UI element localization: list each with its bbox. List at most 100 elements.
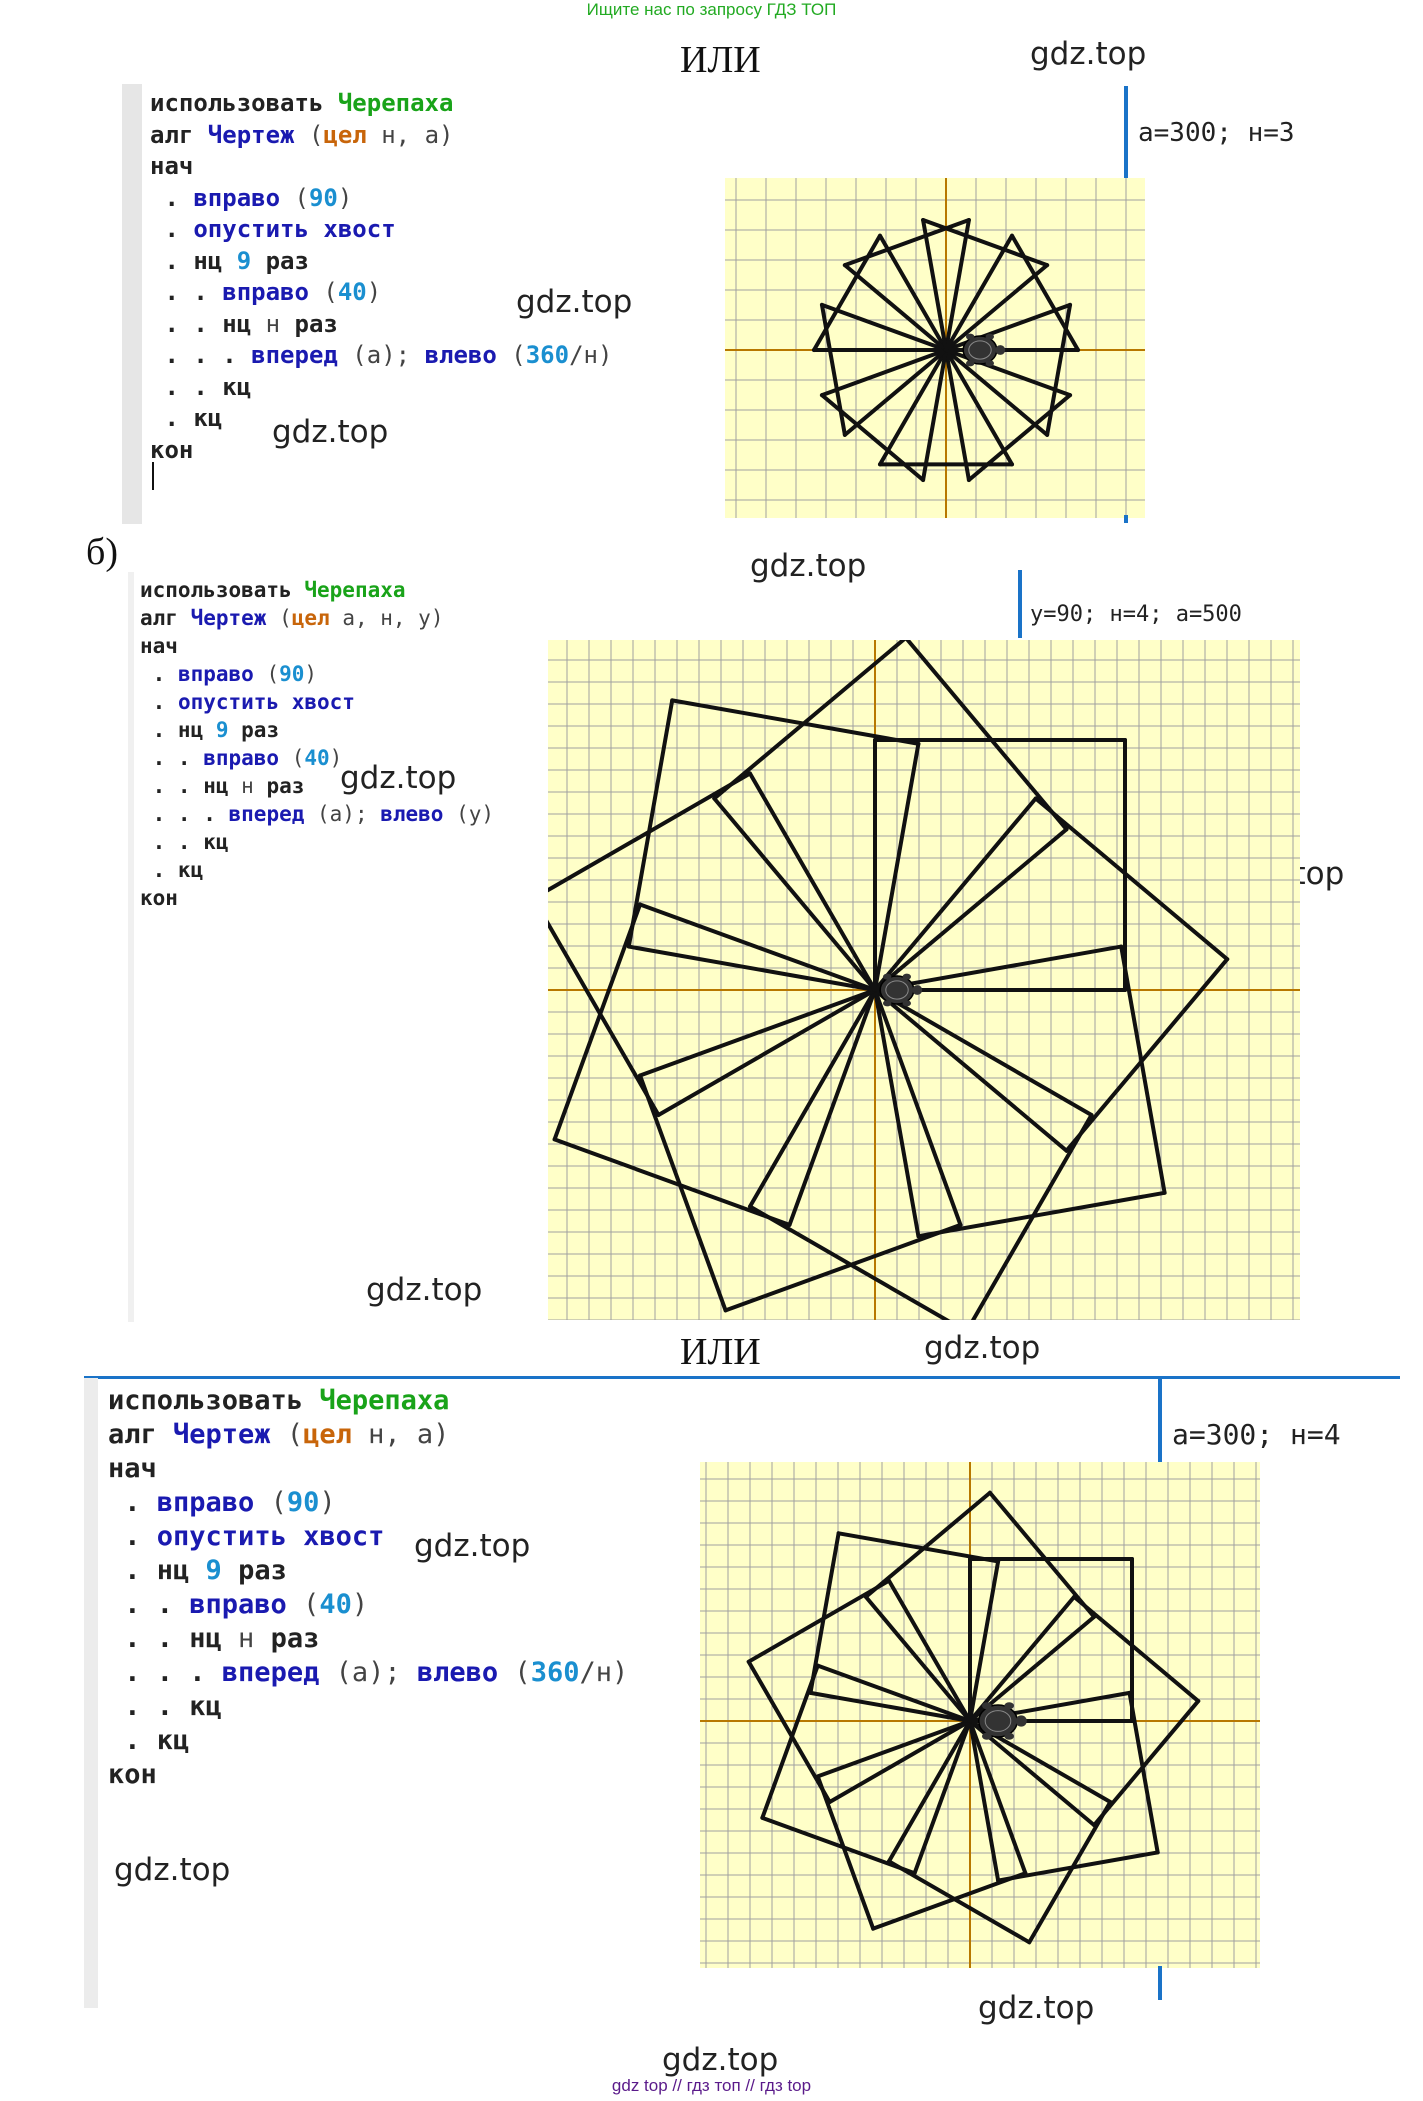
code-token: Чертеж: [173, 1419, 271, 1450]
code-token: (а);: [337, 341, 425, 369]
code-gutter-3: [84, 1378, 98, 2008]
code-line: алг Чертеж (цел н, а): [108, 1418, 628, 1452]
divider-line-2: [1018, 570, 1022, 638]
code-token: 360: [525, 341, 570, 369]
code-token: (а);: [319, 1657, 417, 1688]
code-token: использовать: [108, 1385, 320, 1416]
code-token: Чертеж: [207, 120, 295, 149]
code-token: /н): [579, 1657, 629, 1688]
code-line: . . . вперед (а); влево (360/н): [108, 1656, 628, 1690]
code-line: . опустить хвост: [140, 688, 494, 716]
code-token: 40: [337, 278, 367, 306]
code-token: раз: [228, 718, 280, 742]
code-token: (: [498, 1657, 531, 1688]
text-cursor: [152, 462, 154, 490]
code-line: . кц: [140, 856, 494, 884]
watermark-5: gdz.top: [340, 760, 457, 796]
code-block-1: использовать Черепаха алг Чертеж (цел н, …: [150, 88, 612, 466]
watermark-11: gdz.top: [978, 1990, 1095, 2026]
code-token: раз: [221, 1555, 287, 1586]
code-token: (: [279, 746, 305, 770]
code-token: . .: [108, 1589, 190, 1620]
watermark-12: gdz.top: [662, 2042, 779, 2078]
code-token: (у): [443, 802, 495, 826]
watermark-1: gdz.top: [1030, 36, 1147, 72]
code-token: нач: [150, 152, 194, 180]
divider-line-3b: [1158, 1966, 1162, 2000]
code-line: кон: [140, 884, 494, 912]
code-line: . вправо (90): [150, 183, 612, 215]
code-line: . . . вперед (а); влево (360/н): [150, 340, 612, 372]
code-token: ): [351, 1589, 369, 1620]
code-token: вперед: [228, 802, 305, 826]
code-token: опустить хвост: [193, 215, 396, 243]
code-token: Черепаха: [319, 1385, 450, 1416]
code-token: . нц: [150, 246, 237, 275]
code-token: раз: [253, 774, 305, 798]
code-token: 9: [205, 1555, 222, 1586]
bottom-footer: gdz top // гдз топ // гдз top: [611, 2076, 812, 2095]
code-token: Чертеж: [190, 606, 267, 630]
code-token: цел: [323, 120, 367, 149]
code-token: вперед: [251, 341, 338, 369]
code-token: (: [294, 120, 324, 149]
code-token: кон: [140, 886, 178, 910]
code-token: раз: [251, 246, 309, 275]
code-token: . . нц: [150, 309, 266, 338]
code-token: . кц: [150, 404, 223, 432]
code-line: . кц: [108, 1724, 628, 1758]
watermark-9: gdz.top: [414, 1528, 531, 1564]
code-token: цел: [291, 606, 330, 630]
or-label-1: ИЛИ: [680, 39, 761, 81]
code-token: использовать: [140, 578, 305, 602]
code-token: 40: [319, 1589, 352, 1620]
code-token: . . нц: [140, 774, 242, 798]
code-token: раз: [254, 1623, 320, 1654]
code-token: . .: [150, 278, 223, 306]
code-token: /н): [569, 341, 613, 369]
code-token: . . .: [108, 1657, 222, 1688]
code-token: . . нц: [108, 1623, 239, 1654]
turtle-canvas-2: [548, 640, 1300, 1320]
watermark-10: gdz.top: [114, 1852, 231, 1888]
code-token: 9: [215, 718, 229, 742]
code-token: вправо: [177, 662, 254, 686]
code-token: раз: [280, 309, 338, 338]
code-token: кон: [108, 1759, 157, 1790]
code-token: влево: [416, 1657, 499, 1688]
code-token: ): [337, 183, 353, 212]
code-line: . нц 9 раз: [108, 1554, 628, 1588]
code-line: . опустить хвост: [150, 214, 612, 246]
watermark-2: gdz.top: [516, 284, 633, 320]
code-token: опустить хвост: [177, 690, 355, 714]
section-b-label: б): [86, 531, 118, 573]
code-line: . . кц: [150, 372, 612, 404]
divider-line-1: [1124, 86, 1128, 178]
code-token: . . .: [150, 341, 252, 369]
code-block-2: использовать Черепаха алг Чертеж (цел а, …: [140, 576, 494, 912]
divider-line-1b: [1124, 515, 1128, 523]
code-token: влево: [380, 802, 444, 826]
code-token: .: [150, 215, 194, 243]
params-2: y=90; н=4; a=500: [1030, 602, 1242, 627]
code-token: (: [496, 341, 526, 369]
code-token: н: [265, 309, 281, 338]
code-token: (а);: [304, 802, 381, 826]
code-token: использовать: [150, 89, 338, 117]
code-token: нач: [108, 1453, 157, 1484]
code-line: алг Чертеж (цел н, а): [150, 120, 612, 152]
code-token: Черепаха: [304, 578, 406, 602]
code-token: .: [108, 1521, 157, 1552]
code-token: ): [304, 662, 318, 686]
code-block-3: использовать Черепаха алг Чертеж (цел н, …: [108, 1384, 628, 1792]
code-token: .: [140, 662, 178, 686]
code-token: ): [366, 278, 382, 306]
code-line: использовать Черепаха: [150, 88, 612, 120]
code-token: . кц: [140, 858, 204, 882]
watermark-8: gdz.top: [924, 1330, 1041, 1366]
code-line: . опустить хвост: [108, 1520, 628, 1554]
top-banner: Ищите нас по запросу ГДЗ ТОП: [586, 0, 837, 19]
params-1: a=300; н=3: [1138, 118, 1295, 148]
code-line: кон: [108, 1758, 628, 1792]
code-line: . . кц: [108, 1690, 628, 1724]
